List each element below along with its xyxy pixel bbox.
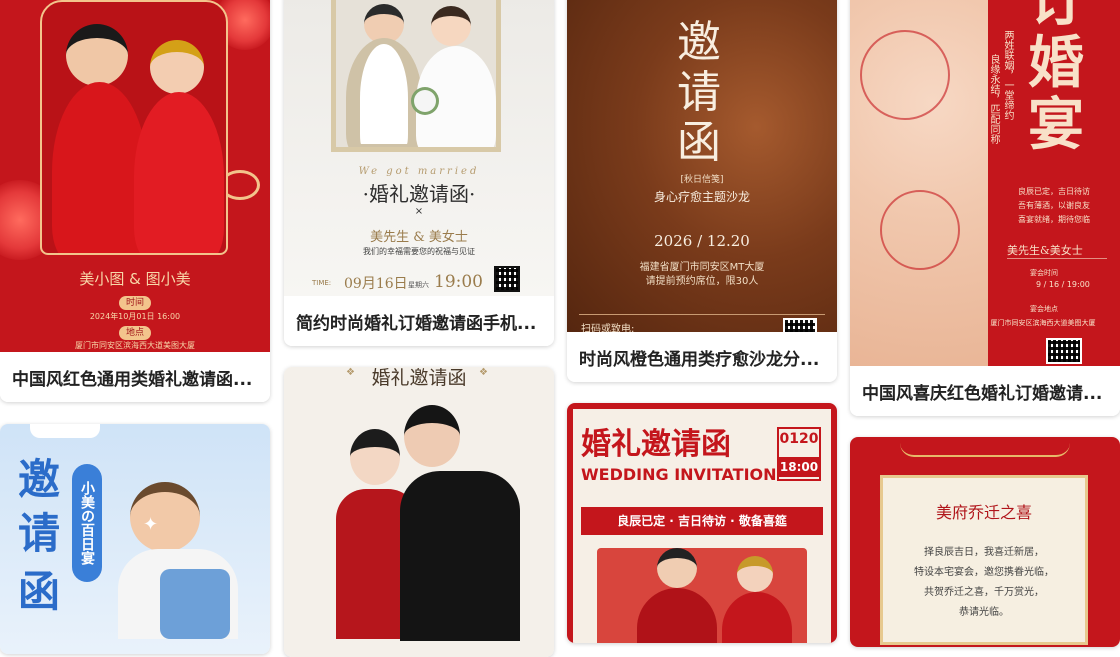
qr-code: [783, 318, 817, 332]
qr-code: [494, 266, 520, 292]
invite-line: 恭请光临。: [959, 607, 1009, 618]
address: 福建省厦门市同安区MT大厦: [639, 262, 765, 273]
template-thumbnail: 邀 请 函 小美の百日宴 ✦: [0, 424, 270, 654]
invite-big-char: 函: [677, 117, 721, 168]
template-card-5[interactable]: 邀 请 函 小美の百日宴 ✦: [0, 424, 270, 654]
template-thumbnail: We got married ·婚礼邀请函· × 美先生 & 美女士 我们的幸福…: [284, 0, 554, 296]
clock-value: 19:00: [434, 272, 483, 292]
text-line: 良辰已定，吉日待访: [1018, 187, 1090, 196]
invite-big-char: 请: [18, 509, 61, 558]
cloud-decoration: [30, 424, 100, 438]
baby-photo: [130, 482, 200, 552]
couple-names: 美先生 & 美女士: [370, 230, 468, 245]
time-value: 2024年10月01日 16:00: [89, 312, 181, 321]
booking-note: 请提前预约席位，限30人: [645, 276, 759, 287]
ornament-icon: ❖: [346, 367, 355, 378]
invite-big-char: 邀: [18, 455, 61, 504]
template-card-3[interactable]: 邀 请 函 [秋日信笺] 身心疗愈主题沙龙 2026 / 12.20 福建省厦门…: [567, 0, 837, 382]
couple-names: 美小图 & 图小美: [79, 270, 191, 288]
bride-head: [350, 429, 400, 485]
script-text: We got married: [358, 166, 480, 177]
groom-suit: [400, 471, 520, 641]
invite-big-char: 函: [18, 567, 61, 616]
template-card-1[interactable]: 美小图 & 图小美 时间 2024年10月01日 16:00 地点 厦门市同安区…: [0, 0, 270, 402]
time-value: 9 / 16 / 19:00: [1036, 280, 1090, 289]
scan-label: 扫码或致电:: [581, 324, 635, 332]
invite-heading: 美府乔迁之喜: [935, 503, 1032, 522]
ribbon-text: 良辰已定 · 吉日待访 · 敬备喜筵: [581, 507, 823, 535]
couple-names: 美先生&美女士: [1007, 244, 1083, 257]
template-card-6[interactable]: 婚礼邀请函 ❖ ❖: [284, 367, 554, 657]
time-label: 宴会时间: [1030, 269, 1058, 277]
invite-big-title: 订婚宴: [1028, 0, 1084, 158]
couple-photo: [597, 548, 807, 643]
overalls: [160, 569, 230, 639]
qr-code: [1046, 338, 1082, 364]
poem-line: 两姓联姻，一堂缔约: [1002, 30, 1013, 120]
subtitle: 身心疗愈主题沙龙: [653, 190, 750, 204]
divider: [1007, 258, 1107, 259]
date-value: 0120: [779, 431, 819, 447]
template-thumbnail: 订婚宴 两姓联姻，一堂缔约 良缘永结，匹配同称 良辰已定，吉日待访 吾有薄酒，以…: [850, 0, 1120, 366]
text-line: 吾有薄酒，以谢良友: [1018, 201, 1090, 210]
template-thumbnail: 邀 请 函 [秋日信笺] 身心疗愈主题沙龙 2026 / 12.20 福建省厦门…: [567, 0, 837, 332]
template-thumbnail: 美府乔迁之喜 择良辰吉日，我喜迁新居， 特设本宅宴会，邀您携眷光临， 共贺乔迁之…: [850, 437, 1120, 647]
template-title: 中国风红色通用类婚礼邀请函...: [0, 352, 270, 402]
invite-heading: 婚礼邀请函: [371, 367, 467, 389]
english-heading: WEDDING INVITATION: [581, 465, 777, 484]
peony-decoration: [880, 190, 960, 270]
template-thumbnail: 婚礼邀请函 ❖ ❖: [284, 367, 554, 657]
invite-heading: ·婚礼邀请函·: [362, 182, 476, 206]
sparkle-icon: ✦: [143, 514, 159, 535]
template-card-2[interactable]: We got married ·婚礼邀请函· × 美先生 & 美女士 我们的幸福…: [284, 0, 554, 346]
template-title: 中国风喜庆红色婚礼订婚邀请...: [850, 366, 1120, 416]
template-card-7[interactable]: 婚礼邀请函 0120 18:00 WEDDING INVITATION 良辰已定…: [567, 403, 837, 643]
template-thumbnail: 婚礼邀请函 0120 18:00 WEDDING INVITATION 良辰已定…: [567, 403, 837, 643]
event-badge: 小美の百日宴: [72, 464, 102, 582]
groom-head: [404, 405, 460, 467]
divider: [579, 314, 825, 315]
place-label: 宴会地点: [1030, 305, 1058, 313]
cross-symbol: ×: [414, 206, 424, 217]
ornament-icon: ❖: [479, 367, 488, 378]
tag-text: [秋日信笺]: [680, 175, 724, 185]
couple-photo: [331, 0, 501, 152]
peony-decoration: [860, 30, 950, 120]
invite-line: 择良辰吉日，我喜迁新居，: [924, 547, 1044, 558]
place-value: 厦门市同安区滨海西大道美图大厦: [990, 319, 1096, 327]
place-value: 厦门市同安区滨海西大道美图大厦: [75, 341, 195, 350]
clock-value: 18:00: [779, 457, 819, 477]
poem-line: 良缘永结，匹配同称: [988, 54, 999, 144]
template-thumbnail: 美小图 & 图小美 时间 2024年10月01日 16:00 地点 厦门市同安区…: [0, 0, 270, 352]
date-value: 2026 / 12.20: [654, 232, 750, 250]
ornament-decoration: [900, 443, 1070, 457]
invite-line: 共贺乔迁之喜，千万赏光，: [924, 587, 1044, 598]
time-badge: 时间: [119, 296, 151, 310]
template-card-8[interactable]: 美府乔迁之喜 择良辰吉日，我喜迁新居， 特设本宅宴会，邀您携眷光临， 共贺乔迁之…: [850, 437, 1120, 647]
text-line: 喜宴就绪，期待您临: [1018, 215, 1090, 224]
subtitle: 我们的幸福需要您的祝福与见证: [363, 247, 475, 256]
date-value: 09月16日: [344, 276, 408, 292]
invite-heading: 婚礼邀请函: [581, 427, 731, 462]
time-label: TIME:: [312, 279, 332, 287]
couple-photo: [40, 0, 228, 255]
invite-line: 特设本宅宴会，邀您携眷光临，: [914, 567, 1054, 578]
place-badge: 地点: [119, 326, 151, 340]
template-title: 时尚风橙色通用类疗愈沙龙分...: [567, 332, 837, 382]
weekday: 星期六: [408, 281, 429, 289]
template-title: 简约时尚婚礼订婚邀请函手机...: [284, 296, 554, 346]
template-card-4[interactable]: 订婚宴 两姓联姻，一堂缔约 良缘永结，匹配同称 良辰已定，吉日待访 吾有薄酒，以…: [850, 0, 1120, 416]
